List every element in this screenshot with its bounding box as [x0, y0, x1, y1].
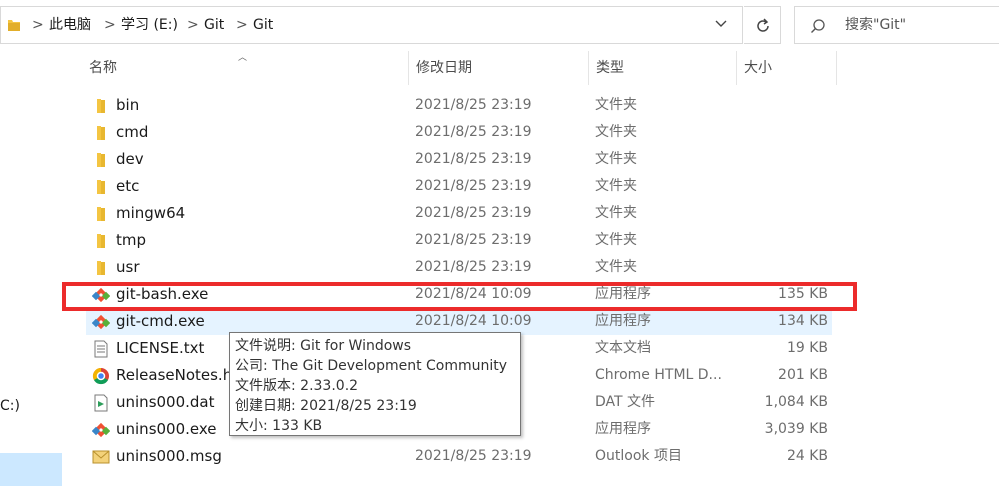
- file-modified: 2021/8/25 23:19: [415, 232, 532, 248]
- search-box[interactable]: 搜索"Git": [794, 6, 999, 44]
- file-row[interactable]: bin 2021/8/25 23:19 文件夹: [86, 92, 832, 119]
- file-size: 134 KB: [778, 313, 828, 329]
- tooltip-version: 文件版本: 2.33.0.2: [235, 378, 359, 394]
- folder-icon: [92, 205, 110, 223]
- highlight-box: [62, 282, 857, 311]
- file-size: 24 KB: [786, 448, 828, 464]
- file-row[interactable]: dev 2021/8/25 23:19 文件夹: [86, 146, 832, 173]
- file-modified: 2021/8/25 23:19: [415, 205, 532, 221]
- nav-selected-item[interactable]: [0, 453, 62, 486]
- file-type: DAT 文件: [595, 394, 656, 410]
- column-header-size[interactable]: 大小: [736, 51, 836, 85]
- file-name: unins000.msg: [116, 447, 222, 465]
- file-name: bin: [116, 96, 140, 114]
- file-type: 文件夹: [595, 97, 637, 113]
- breadcrumb-git-current[interactable]: Git: [253, 7, 273, 43]
- folder-icon: [92, 97, 110, 115]
- column-header-modified[interactable]: 修改日期: [408, 51, 588, 85]
- git-icon: [91, 313, 111, 331]
- file-row[interactable]: tmp 2021/8/25 23:19 文件夹: [86, 227, 832, 254]
- file-name: unins000.dat: [116, 393, 215, 411]
- file-modified: 2021/8/25 23:19: [415, 259, 532, 275]
- breadcrumb-git[interactable]: Git: [204, 7, 224, 43]
- file-name: cmd: [116, 123, 149, 141]
- file-type: Chrome HTML D...: [595, 367, 722, 383]
- tooltip-created: 创建日期: 2021/8/25 23:19: [235, 398, 417, 414]
- file-modified: 2021/8/25 23:19: [415, 178, 532, 194]
- chevron-right-icon: >: [187, 17, 199, 33]
- refresh-icon: [757, 18, 769, 32]
- file-type: 文件夹: [595, 205, 637, 221]
- mail-icon: [92, 448, 110, 466]
- file-type: 文本文档: [595, 340, 651, 356]
- tooltip-description: 文件说明: Git for Windows: [235, 338, 412, 354]
- file-type: Outlook 项目: [595, 448, 682, 464]
- chrome-icon: [92, 367, 110, 385]
- file-size: 3,039 KB: [764, 421, 828, 437]
- file-name: tmp: [116, 231, 147, 249]
- breadcrumb-drive-e[interactable]: 学习 (E:): [121, 7, 178, 43]
- file-modified: 2021/8/25 23:19: [415, 151, 532, 167]
- file-size: 201 KB: [778, 367, 828, 383]
- file-name: LICENSE.txt: [116, 339, 205, 357]
- tooltip-company: 公司: The Git Development Community: [235, 358, 508, 374]
- file-tooltip: 文件说明: Git for Windows 公司: The Git Develo…: [229, 332, 521, 436]
- file-row[interactable]: unins000.msg 2021/8/25 23:19 Outlook 项目 24 …: [86, 443, 832, 470]
- breadcrumb-this-pc[interactable]: 此电脑: [49, 7, 91, 43]
- file-name: usr: [116, 258, 140, 276]
- file-type: 文件夹: [595, 259, 637, 275]
- file-row[interactable]: mingw64 2021/8/25 23:19 文件夹: [86, 200, 832, 227]
- nav-item-drive-c[interactable]: C:): [0, 398, 20, 414]
- chevron-right-icon: >: [104, 17, 116, 33]
- refresh-button[interactable]: [744, 6, 781, 44]
- file-row[interactable]: usr 2021/8/25 23:19 文件夹: [86, 254, 832, 281]
- file-name: ReleaseNotes.h: [116, 366, 233, 384]
- column-divider[interactable]: [836, 51, 837, 85]
- folder-icon: [92, 232, 110, 250]
- chevron-down-icon[interactable]: [714, 19, 728, 29]
- file-size: 19 KB: [786, 340, 828, 356]
- file-modified: 2021/8/25 23:19: [415, 124, 532, 140]
- folder-icon: [8, 20, 20, 31]
- chevron-right-icon: >: [236, 17, 248, 33]
- folder-icon: [92, 124, 110, 142]
- folder-icon: [92, 151, 110, 169]
- file-type: 文件夹: [595, 124, 637, 140]
- tooltip-size: 大小: 133 KB: [235, 418, 323, 434]
- git-icon: [91, 421, 111, 439]
- file-type: 文件夹: [595, 151, 637, 167]
- file-row[interactable]: git-cmd.exe 2021/8/24 10:09 应用程序 134 KB: [86, 308, 832, 335]
- sort-ascending-icon: ︿: [238, 53, 248, 63]
- file-name: unins000.exe: [116, 420, 217, 438]
- folder-icon: [92, 178, 110, 196]
- address-bar[interactable]: > 此电脑 > 学习 (E:) > Git > Git: [0, 6, 743, 44]
- search-icon: [811, 19, 825, 33]
- file-row[interactable]: cmd 2021/8/25 23:19 文件夹: [86, 119, 832, 146]
- file-type: 文件夹: [595, 178, 637, 194]
- file-size: 1,084 KB: [764, 394, 828, 410]
- file-type: 应用程序: [595, 313, 651, 329]
- file-name: git-cmd.exe: [116, 312, 205, 330]
- file-name: mingw64: [116, 204, 186, 222]
- search-placeholder: 搜索"Git": [845, 17, 907, 33]
- file-name: dev: [116, 150, 144, 168]
- file-type: 应用程序: [595, 421, 651, 437]
- file-row[interactable]: etc 2021/8/25 23:19 文件夹: [86, 173, 832, 200]
- file-modified: 2021/8/25 23:19: [415, 448, 532, 464]
- file-modified: 2021/8/25 23:19: [415, 97, 532, 113]
- file-modified: 2021/8/24 10:09: [415, 313, 532, 329]
- column-header-type[interactable]: 类型: [588, 51, 736, 85]
- file-name: etc: [116, 177, 140, 195]
- text-file-icon: [92, 340, 110, 358]
- file-type: 文件夹: [595, 232, 637, 248]
- folder-icon: [92, 259, 110, 277]
- chevron-right-icon: >: [32, 17, 44, 33]
- dat-file-icon: [92, 394, 110, 412]
